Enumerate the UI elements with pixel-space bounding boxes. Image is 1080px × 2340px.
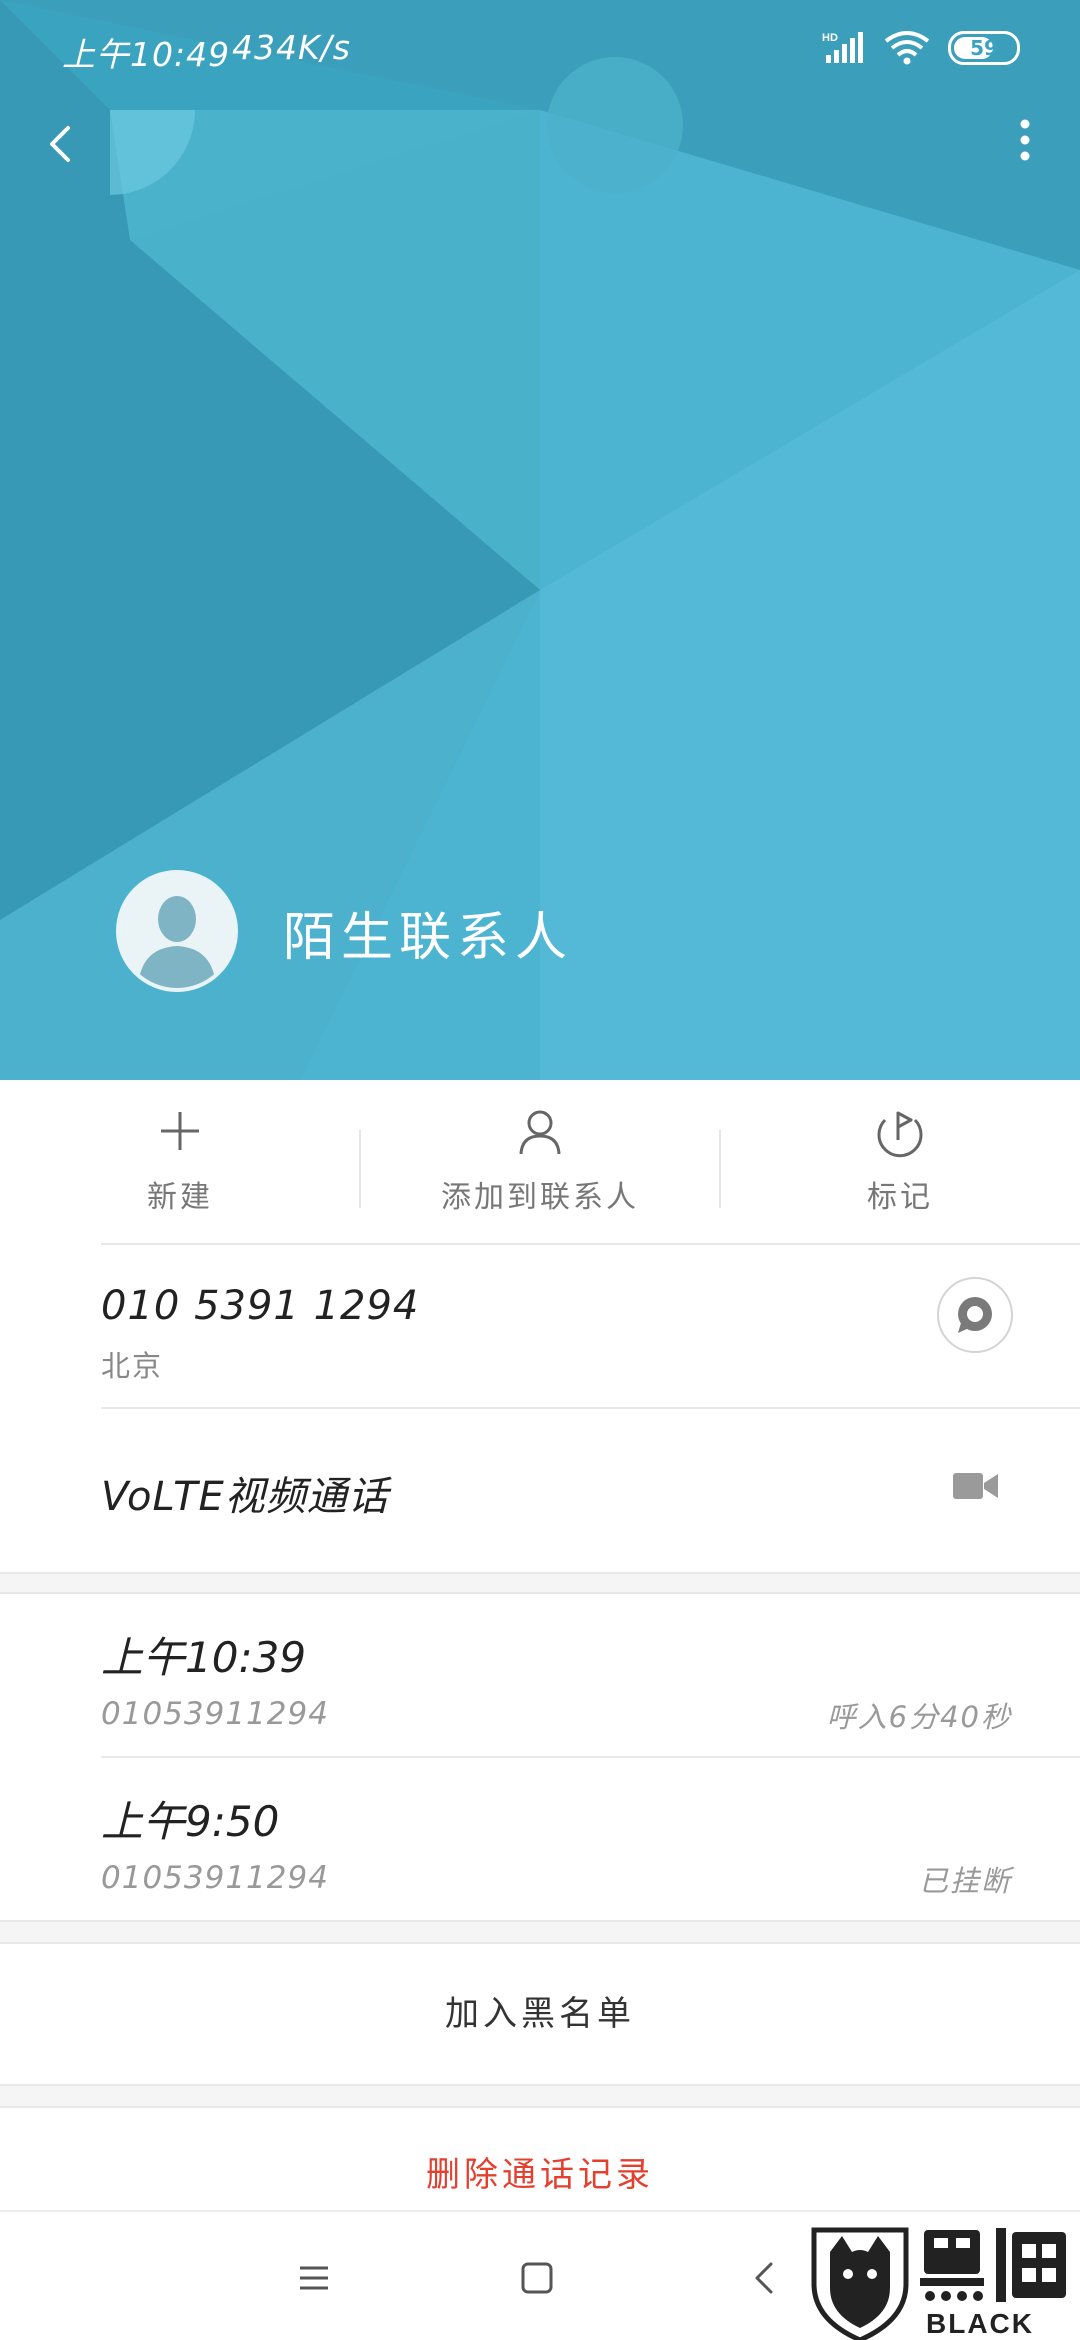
phone-number: 010 5391 1294 [101, 1283, 420, 1329]
back-icon[interactable] [735, 2248, 795, 2308]
call-status: 呼入6分40秒 [826, 1700, 1012, 1734]
video-camera-icon[interactable] [953, 1471, 999, 1501]
call-log-item[interactable]: 上午10:39 01053911294 呼入6分40秒 [0, 1594, 1080, 1756]
signal-icon: HD [822, 32, 863, 63]
cat-shield-icon [811, 2227, 909, 2340]
mark-label: 标记 [867, 1180, 933, 1215]
phone-row[interactable]: 010 5391 1294 北京 [0, 1245, 1080, 1407]
status-bar: 上午10:49 434K/s HD 59 [0, 0, 1080, 95]
call-status: 已挂断 [918, 1864, 1012, 1898]
screen: 上午10:49 434K/s HD 59 陌生联系人 新建 添加到联系人 标记 … [0, 0, 1080, 2340]
avatar [116, 870, 238, 992]
watermark-text: BLACK CAT [926, 2308, 1034, 2339]
message-button[interactable] [937, 1277, 1013, 1353]
section-gap [0, 1572, 1080, 1594]
person-silhouette-icon [120, 874, 234, 988]
action-row: 新建 添加到联系人 标记 [0, 1080, 1080, 1243]
watermark-logo-glyph [920, 2228, 1066, 2302]
new-contact-label: 新建 [147, 1180, 213, 1215]
add-to-contacts-label: 添加到联系人 [441, 1180, 639, 1215]
battery-label: 59 [970, 36, 998, 60]
flag-icon [877, 1111, 923, 1158]
section-gap [0, 1920, 1080, 1944]
message-icon [958, 1297, 992, 1333]
navigation-bar: BLACK CAT [0, 2210, 1080, 2340]
new-contact-button[interactable]: 新建 [0, 1080, 360, 1243]
video-call-label: VoLTE视频通话 [101, 1474, 389, 1520]
back-button[interactable] [36, 110, 92, 174]
hd-badge: HD [822, 32, 838, 44]
status-icons: HD 59 [822, 30, 1020, 66]
mark-button[interactable]: 标记 [720, 1080, 1080, 1243]
add-to-blacklist-button[interactable]: 加入黑名单 [0, 1944, 1080, 2084]
volte-video-call-row[interactable]: VoLTE视频通话 [0, 1409, 1080, 1572]
person-icon [519, 1110, 561, 1155]
more-options-icon[interactable] [1000, 110, 1050, 174]
home-icon[interactable] [507, 2248, 567, 2308]
menu-icon[interactable] [284, 2248, 344, 2308]
battery-icon: 59 [948, 31, 1020, 65]
call-time: 上午10:39 [101, 1633, 307, 1682]
wifi-icon [884, 31, 930, 65]
call-time: 上午9:50 [101, 1797, 280, 1846]
call-number: 01053911294 [101, 1696, 329, 1732]
status-time: 上午10:49 [62, 35, 231, 74]
add-to-contacts-button[interactable]: 添加到联系人 [360, 1080, 720, 1243]
delete-call-log-button[interactable]: 删除通话记录 [0, 2110, 1080, 2215]
call-number: 01053911294 [101, 1860, 329, 1896]
plus-icon [161, 1112, 199, 1150]
phone-location: 北京 [101, 1349, 164, 1383]
watermark: BLACK CAT [808, 2222, 1080, 2340]
contact-header: 上午10:49 434K/s HD 59 陌生联系人 [0, 0, 1080, 1080]
contact-name: 陌生联系人 [283, 908, 574, 968]
section-gap [0, 2084, 1080, 2108]
call-log-item[interactable]: 上午9:50 01053911294 已挂断 [0, 1758, 1080, 1920]
network-speed: 434K/s [232, 28, 351, 67]
